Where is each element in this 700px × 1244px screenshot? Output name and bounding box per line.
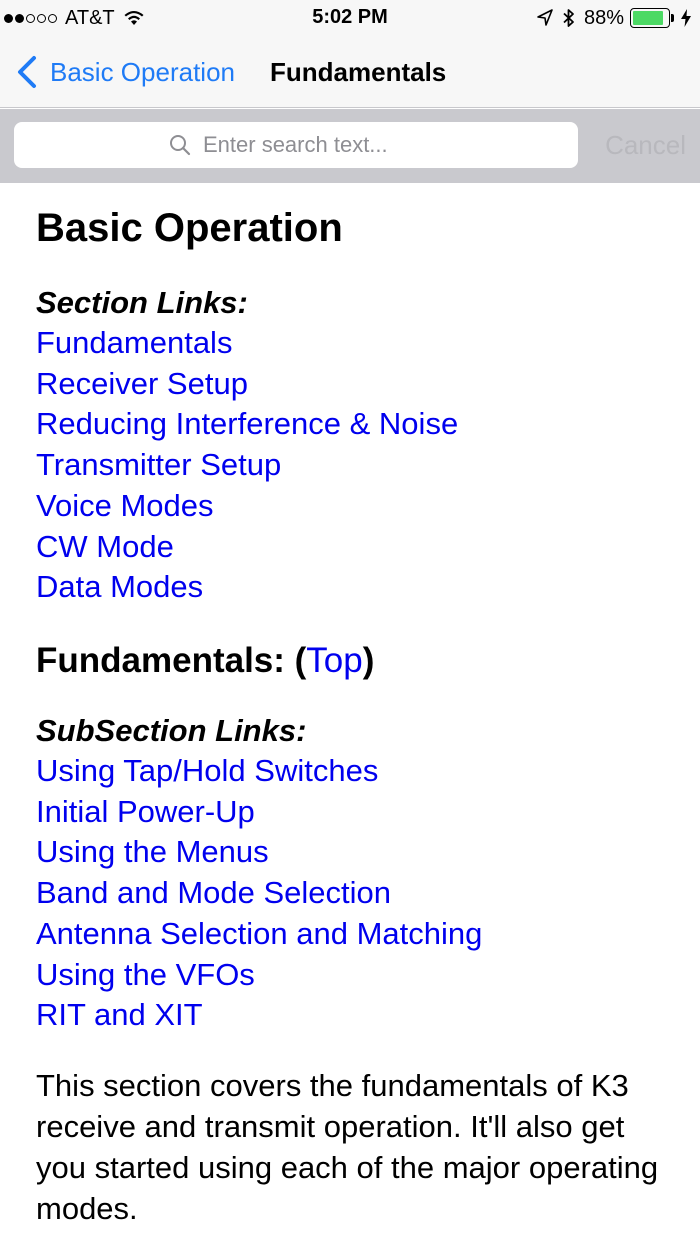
battery-icon [630, 8, 674, 28]
section-link-cw-mode[interactable]: CW Mode [36, 527, 458, 568]
navigation-bar: Basic Operation Fundamentals [0, 36, 700, 108]
fundamentals-heading-close: ) [362, 641, 375, 680]
section-link-voice-modes[interactable]: Voice Modes [36, 486, 458, 527]
subsection-links-block: SubSection Links: Using Tap/Hold Switche… [36, 711, 482, 1036]
fundamentals-heading-text: Fundamentals: ( [36, 641, 307, 680]
section-link-data-modes[interactable]: Data Modes [36, 567, 458, 608]
subsection-link-using-vfos[interactable]: Using the VFOs [36, 955, 482, 996]
section-link-fundamentals[interactable]: Fundamentals [36, 323, 458, 364]
page-heading: Basic Operation [36, 206, 343, 250]
search-icon [170, 135, 191, 156]
top-link[interactable]: Top [306, 641, 362, 680]
section-link-receiver-setup[interactable]: Receiver Setup [36, 364, 458, 405]
back-button[interactable]: Basic Operation [16, 54, 235, 90]
section-description: This section covers the fundamentals of … [36, 1068, 659, 1226]
bluetooth-icon [563, 9, 574, 27]
subsection-link-tap-hold-switches[interactable]: Using Tap/Hold Switches [36, 751, 482, 792]
fundamentals-heading: Fundamentals: (Top) [36, 639, 374, 683]
nav-title: Fundamentals [270, 57, 447, 87]
subsection-link-rit-xit[interactable]: RIT and XIT [36, 995, 482, 1036]
cancel-button[interactable]: Cancel [605, 129, 686, 161]
battery-fill [633, 11, 663, 25]
battery-body [630, 8, 670, 28]
subsection-link-antenna-selection[interactable]: Antenna Selection and Matching [36, 914, 482, 955]
section-link-transmitter-setup[interactable]: Transmitter Setup [36, 445, 458, 486]
search-input[interactable] [203, 132, 423, 158]
section-link-reducing-interference[interactable]: Reducing Interference & Noise [36, 404, 458, 445]
chevron-left-icon [18, 56, 36, 88]
subsection-link-initial-power-up[interactable]: Initial Power-Up [36, 792, 482, 833]
search-field[interactable] [14, 122, 578, 168]
location-icon [537, 9, 553, 26]
status-bar: AT&T 5:02 PM 88% [0, 0, 700, 36]
subsection-link-band-mode-selection[interactable]: Band and Mode Selection [36, 873, 482, 914]
charging-bolt-icon [681, 9, 691, 27]
section-links-block: Section Links: Fundamentals Receiver Set… [36, 283, 458, 608]
subsection-links-label: SubSection Links: [36, 713, 307, 748]
status-right: 88% [536, 6, 692, 30]
subsection-link-using-menus[interactable]: Using the Menus [36, 832, 482, 873]
search-bar: Cancel [0, 109, 700, 183]
battery-tip [671, 14, 674, 22]
battery-percent: 88% [583, 6, 624, 29]
back-button-label: Basic Operation [50, 56, 235, 87]
section-links-label: Section Links: [36, 285, 248, 320]
